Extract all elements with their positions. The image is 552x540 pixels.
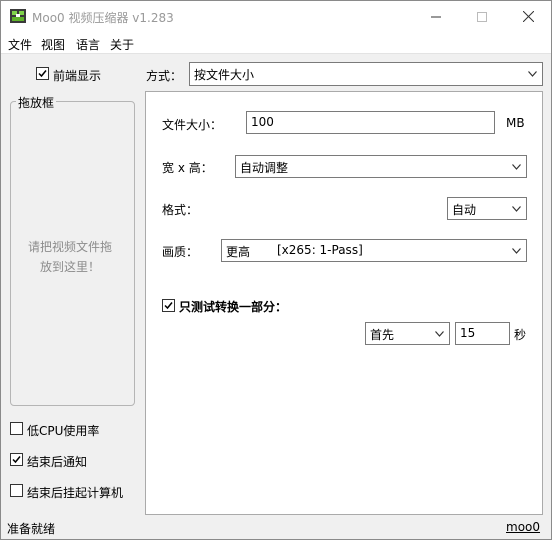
always-on-top-checkbox[interactable] [36,67,49,80]
part-seconds-value: 15 [460,326,476,340]
low-cpu-checkbox[interactable] [10,422,23,435]
dimensions-label: 宽 x 高： [162,161,213,175]
part-seconds-unit: 秒 [514,328,527,342]
chevron-down-icon [512,206,521,212]
drop-zone-hint-line2: 放到这里！ [39,260,100,274]
app-logo-icon [10,9,26,23]
menu-file[interactable]: 文件 [8,36,32,53]
hibernate-label[interactable]: 结束后挂起计算机 [27,484,123,501]
moo0-link[interactable]: moo0 [506,520,540,534]
drop-zone-title: 拖放框 [16,94,57,111]
app-window: Moo0 视频压缩器 v1.283 文件 视图 语言 关于 前端显示 拖放框 请… [0,0,552,540]
notify-label[interactable]: 结束后通知 [27,453,87,470]
quality-select-value: 更高 [226,245,251,259]
quality-label: 画质： [162,245,199,259]
part-position-value: 首先 [370,328,395,342]
minimize-icon [431,16,441,17]
format-select-value: 自动 [452,203,477,217]
file-size-input[interactable]: 100 [246,111,495,134]
drop-zone-hint-line1: 请把视频文件拖 [27,240,112,254]
part-position-select[interactable]: 首先 [365,322,450,345]
hibernate-checkbox[interactable] [10,484,23,497]
test-part-checkbox[interactable] [162,299,175,312]
chevron-down-icon [512,248,521,254]
test-part-label[interactable]: 只测试转换一部分： [179,298,287,315]
menu-bar: 文件 视图 语言 关于 [1,32,551,54]
format-label: 格式： [162,203,199,217]
chevron-down-icon [512,164,521,170]
title-bar[interactable]: Moo0 视频压缩器 v1.283 [1,1,551,32]
minimize-button[interactable] [413,1,459,32]
menu-view[interactable]: 视图 [41,36,65,53]
checkmark-icon [38,70,47,78]
maximize-button[interactable] [459,1,505,32]
low-cpu-label[interactable]: 低CPU使用率 [27,422,99,439]
window-title: Moo0 视频压缩器 v1.283 [32,11,174,25]
checkmark-icon [12,456,21,464]
method-select-value: 按文件大小 [194,68,255,82]
method-select[interactable]: 按文件大小 [189,62,543,86]
chevron-down-icon [435,331,444,337]
file-size-value: 100 [251,115,274,129]
close-icon [522,11,534,22]
dimensions-select[interactable]: 自动调整 [235,155,527,178]
method-label: 方式： [146,69,183,83]
maximize-icon [477,11,487,22]
notify-checkbox[interactable] [10,453,23,466]
drop-zone-hint: 请把视频文件拖 放到这里！ [19,237,121,277]
part-seconds-input[interactable]: 15 [455,322,510,345]
menu-language[interactable]: 语言 [76,36,100,53]
format-select[interactable]: 自动 [447,197,527,220]
checkmark-icon [164,302,173,310]
dimensions-select-value: 自动调整 [240,161,289,175]
close-button[interactable] [505,1,551,32]
menu-about[interactable]: 关于 [110,36,134,53]
quality-select[interactable]: 更高 [x265: 1-Pass] [221,239,527,262]
file-size-label: 文件大小： [162,118,223,132]
chevron-down-icon [528,71,537,77]
quality-select-detail: [x265: 1-Pass] [277,243,363,257]
file-size-unit: MB [506,116,525,130]
status-text: 准备就绪 [7,522,56,536]
always-on-top-label[interactable]: 前端显示 [53,67,101,84]
